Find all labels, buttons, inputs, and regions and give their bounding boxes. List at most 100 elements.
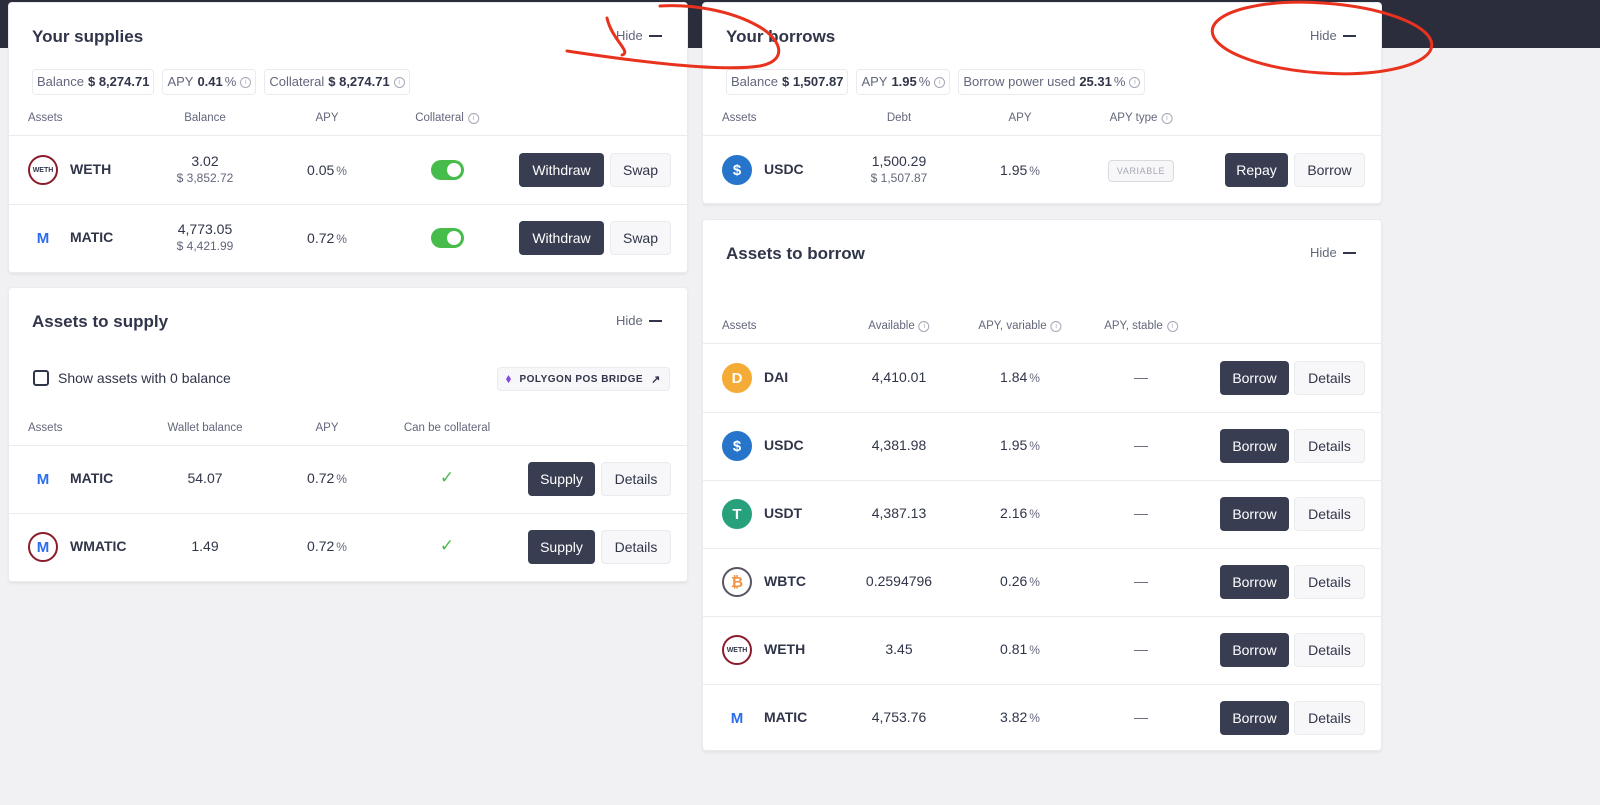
- percent-sign: %: [918, 74, 931, 89]
- borrow-button[interactable]: Borrow: [1220, 633, 1289, 667]
- table-header: Assets Wallet balance APY Can be collate…: [9, 413, 687, 446]
- apy-cell: 1.95%: [1000, 162, 1040, 178]
- show-zero-balance-checkbox[interactable]: [33, 370, 49, 386]
- percent-sign: %: [336, 232, 347, 246]
- col-apy-type-label: APY type: [1109, 112, 1158, 124]
- apy-stable-value: —: [1134, 709, 1148, 725]
- collateral-toggle[interactable]: [431, 160, 464, 180]
- hide-label: Hide: [1310, 28, 1337, 43]
- apy-cell: 2.16%: [1000, 505, 1040, 521]
- available-value: 0.2594796: [865, 573, 933, 589]
- info-icon[interactable]: i: [1050, 320, 1062, 332]
- polygon-icon: ⬧: [506, 372, 512, 385]
- assets-to-supply-panel: Assets to supply Hide Show assets with 0…: [8, 287, 688, 582]
- col-apy-variable: APY, variable i: [978, 320, 1062, 332]
- balance-value: 3.02: [191, 153, 219, 169]
- chip-value: 25.31: [1079, 74, 1112, 89]
- apy-stable-value: —: [1134, 369, 1148, 385]
- details-button[interactable]: Details: [1294, 429, 1365, 463]
- available-value: 3.45: [885, 641, 913, 657]
- borrow-button[interactable]: Borrow: [1294, 153, 1365, 187]
- your-borrows-panel: Your borrows Hide Balance $ 1,507.87 APY 1…: [702, 2, 1382, 204]
- chip-label: Balance: [731, 74, 778, 89]
- apy-cell: 3.82%: [1000, 709, 1040, 725]
- withdraw-button[interactable]: Withdraw: [519, 153, 604, 187]
- details-button[interactable]: Details: [1294, 361, 1365, 395]
- percent-sign: %: [336, 164, 347, 178]
- chip-label: Borrow power used: [963, 74, 1076, 89]
- weth-icon: WETH: [722, 635, 752, 665]
- assets-to-borrow-hide-button[interactable]: Hide: [1310, 245, 1356, 260]
- apy-type-badge[interactable]: VARIABLE: [1107, 160, 1175, 182]
- details-button[interactable]: Details: [601, 462, 671, 496]
- details-button[interactable]: Details: [1294, 633, 1365, 667]
- apy-stable-value: —: [1134, 505, 1148, 521]
- weth-icon: WETH: [28, 155, 58, 185]
- polygon-bridge-link[interactable]: ⬧ POLYGON POS BRIDGE ↗: [497, 367, 670, 391]
- borrows-balance-chip: Balance $ 1,507.87: [726, 69, 849, 95]
- show-zero-balance-label[interactable]: Show assets with 0 balance: [58, 370, 231, 386]
- apy-value: 0.72: [307, 538, 335, 554]
- col-available: Available i: [868, 320, 930, 332]
- info-icon[interactable]: i: [240, 76, 252, 88]
- borrow-button[interactable]: Borrow: [1220, 361, 1289, 395]
- info-icon[interactable]: i: [918, 320, 930, 332]
- col-available-label: Available: [868, 320, 915, 332]
- your-borrows-hide-button[interactable]: Hide: [1310, 28, 1356, 43]
- borrow-button[interactable]: Borrow: [1220, 429, 1289, 463]
- supply-button[interactable]: Supply: [528, 462, 595, 496]
- info-icon[interactable]: i: [1161, 112, 1173, 124]
- info-icon[interactable]: i: [934, 76, 946, 88]
- supplies-collateral-chip: Collateral $ 8,274.71 i: [264, 69, 410, 95]
- apy-value: 1.95: [1000, 162, 1028, 178]
- borrows-apy-chip: APY 1.95% i: [856, 69, 951, 95]
- apy-stable-value: —: [1134, 573, 1148, 589]
- borrow-button[interactable]: Borrow: [1220, 701, 1289, 735]
- usdc-icon: $: [722, 431, 752, 461]
- withdraw-button[interactable]: Withdraw: [519, 221, 604, 255]
- percent-sign: %: [336, 472, 347, 486]
- apy-cell: 0.72%: [307, 538, 347, 554]
- chip-value: 1.95: [891, 74, 917, 89]
- info-icon[interactable]: i: [1166, 320, 1178, 332]
- assets-to-borrow-panel: Assets to borrow Hide Assets Available i …: [702, 219, 1382, 751]
- col-can-be-collateral: Can be collateral: [403, 422, 491, 434]
- borrow-button[interactable]: Borrow: [1220, 497, 1289, 531]
- col-debt: Debt: [886, 112, 912, 124]
- your-supplies-summary: Balance $ 8,274.71 APY 0.41% i Collateral $ …: [32, 69, 410, 95]
- table-row: T USDT 4,387.13 2.16% — Borrow Details: [703, 480, 1381, 549]
- minus-icon: [648, 319, 662, 322]
- borrow-button[interactable]: Borrow: [1220, 565, 1289, 599]
- apy-cell: 0.26%: [1000, 573, 1040, 589]
- percent-sign: %: [224, 74, 237, 89]
- chip-value: $ 8,274.71: [328, 74, 390, 89]
- info-icon[interactable]: i: [467, 112, 479, 124]
- assets-to-supply-hide-button[interactable]: Hide: [616, 313, 662, 328]
- external-link-icon: ↗: [651, 373, 661, 386]
- borrow-power-chip: Borrow power used 25.31% i: [958, 69, 1146, 95]
- matic-icon: M: [28, 223, 58, 253]
- swap-button[interactable]: Swap: [610, 221, 671, 255]
- info-icon[interactable]: i: [393, 76, 405, 88]
- collateral-toggle[interactable]: [431, 228, 464, 248]
- repay-button[interactable]: Repay: [1225, 153, 1288, 187]
- hide-label: Hide: [616, 313, 643, 328]
- wmatic-icon: M: [28, 532, 58, 562]
- balance-cell: 3.02 $ 3,852.72: [177, 153, 234, 185]
- your-supplies-hide-button[interactable]: Hide: [616, 28, 662, 43]
- details-button[interactable]: Details: [601, 530, 671, 564]
- balance-usd: $ 4,421.99: [176, 239, 234, 253]
- details-button[interactable]: Details: [1294, 497, 1365, 531]
- debt-value: 1,500.29: [871, 153, 927, 169]
- supply-button[interactable]: Supply: [528, 530, 595, 564]
- col-assets: Assets: [28, 112, 63, 124]
- info-icon[interactable]: i: [1129, 76, 1141, 88]
- dai-icon: D: [722, 363, 752, 393]
- swap-button[interactable]: Swap: [610, 153, 671, 187]
- asset-name: WETH: [764, 641, 806, 657]
- details-button[interactable]: Details: [1294, 565, 1365, 599]
- details-button[interactable]: Details: [1294, 701, 1365, 735]
- table-row: M MATIC 4,773.05 $ 4,421.99 0.72% Withdra…: [9, 204, 687, 272]
- your-borrows-title: Your borrows: [726, 27, 836, 46]
- col-assets: Assets: [722, 320, 757, 332]
